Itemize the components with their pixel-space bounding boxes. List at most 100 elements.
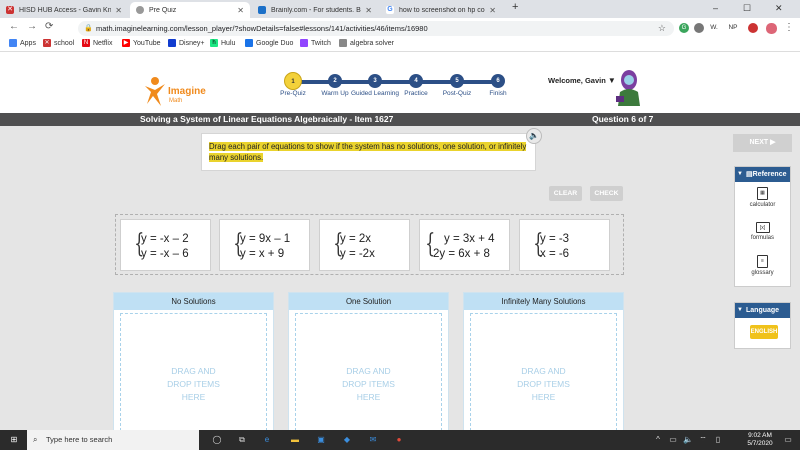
check-button[interactable]: CHECK	[590, 186, 623, 201]
minimize-button[interactable]: –	[713, 3, 718, 13]
maximize-button[interactable]: ☐	[743, 3, 751, 14]
equation-tile[interactable]: { y = -x – 2 y = -x – 6	[120, 219, 211, 271]
equation-tile[interactable]: { y = 9x – 1 y = x + 9	[219, 219, 310, 271]
equation-tile[interactable]: { y = 3x + 4 2y = 6x + 8	[419, 219, 510, 271]
forward-arrow-icon[interactable]: →	[27, 21, 37, 32]
imagine-icon	[136, 6, 144, 14]
bookmark-algebra-solver[interactable]: algebra solver	[339, 39, 394, 47]
chrome-icon[interactable]: ●	[393, 434, 405, 446]
english-button[interactable]: ENGLISH	[750, 325, 778, 339]
zone-header: One Solution	[289, 293, 448, 310]
drop-zone-infinitely-many[interactable]: Infinitely Many Solutions DRAG AND DROP …	[463, 292, 624, 432]
back-arrow-icon[interactable]: ←	[9, 21, 19, 32]
close-window-button[interactable]: ✕	[775, 3, 783, 14]
lock-icon: 🔒	[84, 25, 93, 32]
bookmark-hulu[interactable]: h Hulu	[210, 39, 235, 47]
step-5-marker: 5	[450, 74, 464, 88]
menu-icon[interactable]: ⋮	[784, 22, 794, 33]
avatar[interactable]	[612, 66, 646, 108]
network-icon[interactable]: ▭	[667, 434, 679, 446]
task-view-icon[interactable]: ◯	[211, 434, 223, 446]
volume-icon[interactable]: 🔈	[682, 434, 694, 446]
glossary-tool[interactable]: ≡ glossary	[735, 255, 790, 276]
netflix-icon: N	[82, 39, 90, 47]
address-toolbar: ← → ⟳ 🔒 math.imaginelearning.com/lesson_…	[0, 18, 800, 38]
close-tab-icon[interactable]: ✕	[115, 6, 122, 15]
clear-button[interactable]: CLEAR	[549, 186, 582, 201]
battery-icon[interactable]: ▯	[712, 434, 724, 446]
progress-line	[294, 80, 498, 84]
tab-hisd-hub[interactable]: ✕ HISD HUB Access - Gavin Kniss ✕	[0, 2, 128, 18]
close-tab-icon[interactable]: ✕	[489, 6, 496, 15]
extension-red-icon[interactable]	[748, 23, 758, 33]
drop-zone-no-solutions[interactable]: No Solutions DRAG AND DROP ITEMS HERE	[113, 292, 274, 432]
prompt-text: Drag each pair of equations to show if t…	[209, 142, 527, 162]
imagine-math-logo: Imagine Math	[143, 76, 213, 108]
star-icon[interactable]: ☆	[658, 21, 666, 36]
hulu-icon: h	[210, 39, 218, 47]
lesson-title-bar: Solving a System of Linear Equations Alg…	[0, 113, 800, 126]
search-icon: ⌕	[33, 435, 38, 444]
bookmark-google-duo[interactable]: Google Duo	[245, 39, 293, 47]
reference-panel: ▼ ▤Reference ▦ calculator [x] formulas ≡…	[734, 166, 791, 287]
formulas-tool[interactable]: [x] formulas	[735, 222, 790, 241]
notifications-icon[interactable]: ▭	[782, 434, 794, 446]
step-label-finish: Finish	[489, 90, 507, 97]
task-switch-icon[interactable]: ⧉	[236, 434, 248, 446]
file-explorer-icon[interactable]: ▬	[289, 434, 301, 446]
bookmark-netflix[interactable]: N Netflix	[82, 39, 112, 47]
formulas-icon: [x]	[755, 222, 770, 233]
close-tab-icon[interactable]: ✕	[237, 6, 244, 15]
next-button[interactable]: NEXT ▶	[733, 134, 792, 152]
twitch-icon	[300, 39, 308, 47]
tab-brainly[interactable]: Brainly.com - For students. By st ✕	[252, 2, 378, 18]
tab-pre-quiz[interactable]: Pre Quiz ✕	[130, 2, 250, 18]
calculator-icon: ▦	[757, 187, 768, 200]
bookmark-school[interactable]: ✕ school	[43, 39, 74, 47]
reload-icon[interactable]: ⟳	[45, 21, 53, 32]
extension-np-icon[interactable]: NP	[728, 23, 738, 33]
language-header[interactable]: ▼ Language	[735, 303, 790, 318]
welcome-menu[interactable]: Welcome, Gavin ▼	[548, 76, 616, 85]
tray-chevron-icon[interactable]: ^	[652, 434, 664, 446]
equation-tile[interactable]: { y = -3 x = -6	[519, 219, 610, 271]
brainly-icon	[258, 6, 266, 14]
book-icon: ▤	[746, 171, 753, 178]
dropbox-icon[interactable]: ◆	[341, 434, 353, 446]
extension-circle-icon[interactable]	[694, 23, 704, 33]
bookmark-youtube[interactable]: ▶ YouTube	[122, 39, 161, 47]
mail-icon[interactable]: ✉	[367, 434, 379, 446]
bookmarks-bar: Apps ✕ school N Netflix ▶ YouTube Disney+ h…	[0, 38, 800, 52]
bookmark-disney[interactable]: Disney+	[168, 39, 204, 47]
new-tab-button[interactable]: +	[512, 1, 518, 13]
taskbar-search-input[interactable]: ⌕ Type here to search	[27, 430, 199, 450]
reference-header[interactable]: ▼ ▤Reference	[735, 167, 790, 182]
duo-icon	[245, 39, 253, 47]
grammarly-icon[interactable]: G	[679, 23, 689, 33]
bookmark-twitch[interactable]: Twitch	[300, 39, 331, 47]
question-prompt: Drag each pair of equations to show if t…	[201, 133, 536, 171]
step-3-marker: 3	[368, 74, 382, 88]
calculator-tool[interactable]: ▦ calculator	[735, 187, 790, 208]
tab-google-search[interactable]: G how to screenshot on hp compu ✕	[380, 2, 502, 18]
windows-start-icon[interactable]: ⊞	[8, 434, 20, 446]
step-1-marker: 1	[284, 72, 302, 90]
url-bar[interactable]: 🔒 math.imaginelearning.com/lesson_player…	[78, 21, 674, 36]
wifi-icon[interactable]: ⌔	[697, 434, 709, 446]
taskbar-clock[interactable]: 9:02 AM 5/7/2020	[740, 432, 780, 448]
drop-placeholder: DRAG AND DROP ITEMS HERE	[342, 366, 395, 402]
extension-w-icon[interactable]: W.	[709, 23, 719, 33]
drop-zone-one-solution[interactable]: One Solution DRAG AND DROP ITEMS HERE	[288, 292, 449, 432]
browser-tab-strip: ✕ HISD HUB Access - Gavin Kniss ✕ Pre Qu…	[0, 0, 800, 18]
avatar[interactable]	[766, 23, 777, 34]
close-tab-icon[interactable]: ✕	[365, 6, 372, 15]
bookmark-apps[interactable]: Apps	[9, 39, 36, 47]
edge-icon[interactable]: e	[261, 434, 273, 446]
youtube-icon: ▶	[122, 39, 130, 47]
equation-tile[interactable]: { y = 2x y = -2x	[319, 219, 410, 271]
google-icon: G	[386, 6, 394, 14]
school-icon: ✕	[43, 39, 51, 47]
zone-header: Infinitely Many Solutions	[464, 293, 623, 310]
speaker-icon[interactable]: 🔈	[526, 128, 542, 144]
store-icon[interactable]: ▣	[315, 434, 327, 446]
